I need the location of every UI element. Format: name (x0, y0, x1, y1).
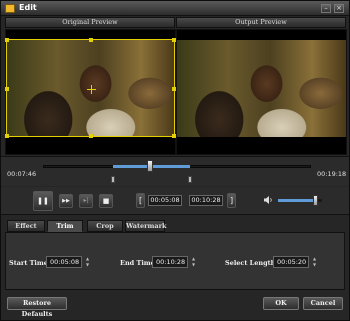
frame-step-button[interactable]: ▸| (79, 194, 93, 208)
title-bar[interactable]: Edit – × (1, 1, 349, 16)
trim-end-marker[interactable] (188, 176, 193, 183)
fast-forward-button[interactable]: ▶▶ (59, 194, 73, 208)
crop-handle-left[interactable] (5, 87, 9, 91)
trim-start-marker[interactable] (110, 176, 115, 183)
start-time-stepper[interactable]: ▲ ▼ (84, 256, 91, 268)
volume-level (278, 199, 316, 202)
timeline: 00:07:46 00:19:18 (1, 156, 349, 186)
end-time-input[interactable]: 00:10:28 (152, 256, 188, 268)
select-length-label: Select Length: (225, 259, 278, 267)
volume-slider[interactable] (313, 195, 319, 206)
crop-frame[interactable] (5, 38, 176, 138)
output-video-frame (177, 40, 346, 137)
playhead-slider[interactable] (147, 160, 154, 172)
tab-effect[interactable]: Effect (7, 220, 45, 232)
output-preview-header: Output Preview (176, 17, 346, 28)
minimize-button[interactable]: – (321, 4, 331, 13)
output-preview (176, 29, 347, 155)
current-time: 00:07:46 (7, 170, 37, 178)
tab-crop[interactable]: Crop (87, 220, 123, 232)
pause-button[interactable]: ❚❚ (33, 191, 53, 211)
close-button[interactable]: × (334, 4, 344, 13)
start-time-input[interactable]: 00:05:08 (46, 256, 82, 268)
speaker-icon[interactable] (263, 195, 273, 205)
app-icon (5, 4, 15, 13)
crop-handle-top[interactable] (89, 38, 93, 42)
window-title: Edit (19, 3, 37, 12)
ok-button[interactable]: OK (263, 297, 299, 310)
select-length-input[interactable]: 00:05:20 (273, 256, 309, 268)
edit-window: Edit – × Original Preview Output Preview… (0, 0, 350, 321)
cancel-button[interactable]: Cancel (303, 297, 343, 310)
total-time: 00:19:18 (317, 170, 347, 178)
restore-defaults-button[interactable]: Restore Defaults (7, 297, 67, 318)
crop-handle-bottom-left[interactable] (5, 134, 9, 138)
start-time-label: Start Time: (9, 259, 51, 267)
tab-trim[interactable]: Trim (47, 220, 83, 232)
start-time-display: 00:05:08 (148, 195, 182, 206)
select-length-stepper[interactable]: ▲ ▼ (311, 256, 318, 268)
tab-watermark[interactable]: Watermark (125, 220, 167, 232)
crop-handle-top-left[interactable] (5, 38, 9, 42)
original-preview-header: Original Preview (5, 17, 175, 28)
set-end-button[interactable]: ] (227, 193, 236, 208)
end-time-stepper[interactable]: ▲ ▼ (190, 256, 197, 268)
crop-handle-bottom[interactable] (89, 134, 93, 138)
set-start-button[interactable]: [ (136, 193, 145, 208)
playback-controls: ❚❚ ▶▶ ▸| ■ [ 00:05:08 00:10:28 ] (1, 187, 349, 215)
stop-button[interactable]: ■ (99, 194, 113, 208)
end-time-display: 00:10:28 (189, 195, 223, 206)
crosshair-icon[interactable] (87, 85, 96, 94)
